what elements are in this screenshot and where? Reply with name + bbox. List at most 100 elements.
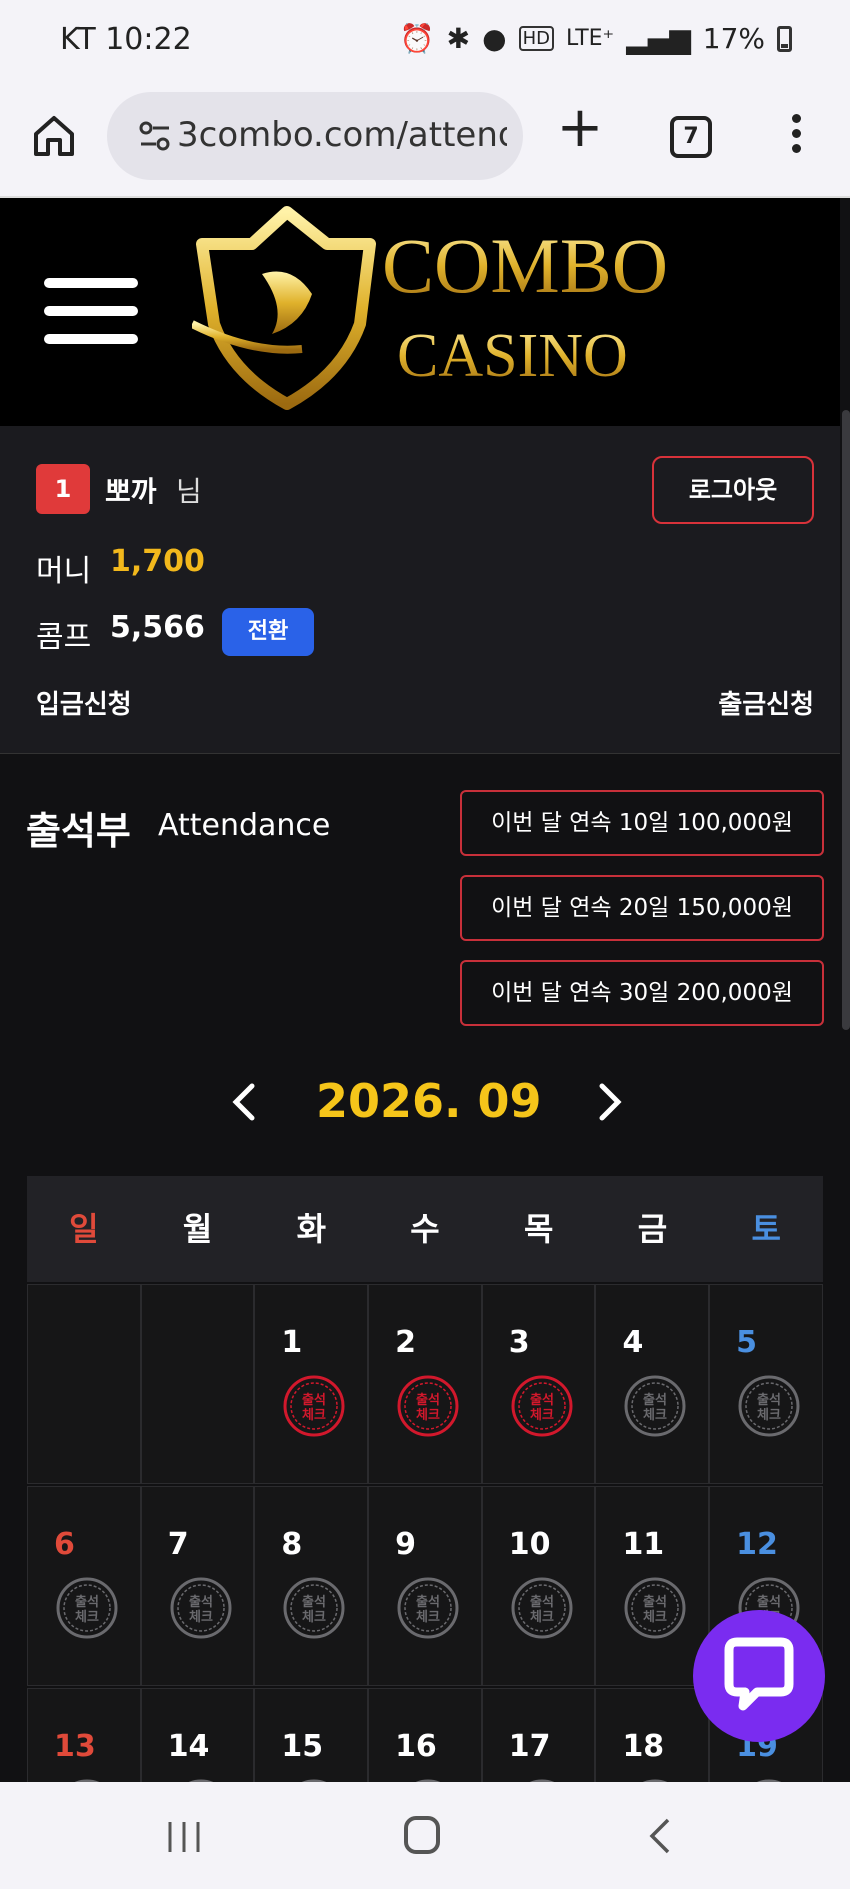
deposit-request-link[interactable]: 입금신청 (36, 684, 132, 721)
withdraw-request-link[interactable]: 출금신청 (718, 684, 814, 721)
stamp-label-top: 출석체크 (416, 1392, 440, 1423)
recent-apps-icon[interactable] (164, 1820, 204, 1854)
attendance-title: 출석부 (26, 809, 131, 853)
battery-icon (777, 25, 792, 52)
convert-comp-button[interactable]: 전환 (222, 608, 314, 656)
attendance-stamp-checked-icon: 출석 체크 (283, 1375, 345, 1437)
weekday-mon: 월 (182, 1210, 213, 1248)
svg-text:CASINO: CASINO (397, 322, 628, 390)
calendar-empty-cell (27, 1284, 141, 1484)
url-text[interactable]: 3combo.com/attendance (177, 115, 507, 155)
attendance-stamp-icon: 출석체크 (397, 1577, 459, 1639)
calendar-day-cell[interactable]: 8 출석 체크 (254, 1486, 369, 1686)
status-icons: ⏰ ✱ ● HD LTE⁺ ▂▄▆ 17% (400, 22, 792, 55)
calendar-day-number: 2 (395, 1325, 416, 1360)
money-value: 1,700 (110, 544, 205, 579)
more-menu-icon[interactable] (786, 114, 806, 158)
calendar-day-number: 6 (54, 1527, 75, 1562)
hamburger-menu-icon[interactable] (44, 278, 138, 344)
stamp-label-top: 출석체크 (757, 1392, 781, 1423)
attendance-stamp-checked-icon: 출석 체크 (511, 1375, 573, 1437)
calendar-day-number: 11 (622, 1527, 665, 1562)
calendar-day-cell[interactable]: 10 출석 체크 (481, 1486, 596, 1686)
comp-value: 5,566 (110, 610, 205, 645)
home-icon[interactable] (30, 112, 78, 160)
calendar-day-number: 14 (167, 1729, 210, 1764)
prev-month-icon[interactable] (228, 1082, 260, 1122)
combo-casino-logo[interactable]: COMBO CASINO (192, 204, 672, 414)
calendar-day-number: 9 (395, 1527, 416, 1562)
tab-switcher-button[interactable]: 7 (670, 116, 712, 158)
signal-icon: ▂▄▆ (626, 22, 691, 55)
address-bar[interactable]: 3combo.com/attendance (107, 92, 523, 180)
calendar-day-number: 15 (281, 1729, 324, 1764)
calendar-empty-cell (140, 1284, 255, 1484)
calendar-day-number: 5 (736, 1325, 757, 1360)
reward-10-days: 이번 달 연속 10일 100,000원 (460, 790, 824, 856)
calendar-day-cell[interactable]: 9 출석 체크 (368, 1486, 482, 1686)
back-icon[interactable] (644, 1816, 674, 1856)
scrollbar[interactable] (842, 410, 850, 1030)
username: 뽀까 (105, 475, 157, 508)
calendar-day-cell[interactable]: 7 출석 체크 (140, 1486, 255, 1686)
level-badge: 1 (36, 464, 90, 514)
chat-bubble-icon (724, 1637, 794, 1711)
live-chat-button[interactable] (693, 1610, 825, 1742)
month-title: 2026. 09 (316, 1074, 542, 1128)
status-carrier-time: KT 10:22 (60, 22, 192, 57)
stamp-label-top: 출석체크 (530, 1392, 554, 1423)
calendar-day-cell[interactable]: 1 출석 체크 (254, 1284, 369, 1484)
hd-icon: HD (518, 26, 554, 51)
account-panel: 1 뽀까 님 로그아웃 머니 1,700 콤프 5,566 전환 입금신청 출금… (0, 426, 840, 754)
calendar-day-cell[interactable]: 6 출석 체크 (27, 1486, 141, 1686)
attendance-stamp-icon: 출석체크 (511, 1577, 573, 1639)
attendance-stamp-icon: 출석체크 (56, 1577, 118, 1639)
alarm-icon: ⏰ (399, 22, 435, 55)
reward-30-days: 이번 달 연속 30일 200,000원 (460, 960, 824, 1026)
location-icon: ● (482, 22, 507, 55)
stamp-label-top: 출석체크 (302, 1392, 326, 1423)
calendar-day-number: 16 (395, 1729, 437, 1764)
stamp-label-top: 출석체크 (643, 1594, 667, 1625)
calendar-day-number: 13 (54, 1729, 96, 1764)
page: KT 10:22 ⏰ ✱ ● HD LTE⁺ ▂▄▆ 17% 3combo.co… (0, 0, 850, 1889)
weekday-wed: 수 (410, 1210, 440, 1248)
calendar-day-cell[interactable]: 4 출석 체크 (595, 1284, 710, 1484)
attendance-stamp-icon: 출석체크 (624, 1375, 686, 1437)
weekday-sat: 토 (751, 1210, 781, 1248)
calendar-day-number: 18 (622, 1729, 665, 1764)
attendance-stamp-checked-icon: 출석 체크 (397, 1375, 459, 1437)
calendar-day-cell[interactable]: 2 출석 체크 (368, 1284, 482, 1484)
status-bar: KT 10:22 ⏰ ✱ ● HD LTE⁺ ▂▄▆ 17% (0, 0, 850, 84)
site-header: COMBO CASINO (0, 198, 840, 426)
battery-percent: 17% (702, 22, 765, 55)
home-nav-icon[interactable] (404, 1816, 440, 1854)
calendar-day-cell[interactable]: 3 출석 체크 (481, 1284, 596, 1484)
logout-button[interactable]: 로그아웃 (652, 456, 814, 524)
calendar-weekday-header: 일 월 화 수 목 금 토 (27, 1176, 823, 1282)
reward-20-days: 이번 달 연속 20일 150,000원 (460, 875, 824, 941)
calendar-week-row: 1 출석 체크 2 출석 체크 3 출석 체크 4 출석 체크 5 출석 체크 (27, 1284, 823, 1486)
site-settings-icon[interactable] (137, 118, 173, 154)
comp-label: 콤프 (36, 620, 92, 655)
calendar-day-number: 4 (622, 1325, 644, 1360)
next-month-icon[interactable] (594, 1082, 626, 1122)
calendar-day-number: 10 (508, 1527, 551, 1562)
calendar-day-number: 17 (508, 1729, 551, 1764)
bluetooth-icon: ✱ (446, 22, 471, 55)
new-tab-button[interactable]: + (556, 100, 604, 156)
calendar-day-number: 7 (167, 1527, 189, 1562)
stamp-label-top: 출석체크 (189, 1594, 213, 1625)
system-nav-bar (0, 1782, 850, 1889)
calendar-day-number: 1 (281, 1325, 303, 1360)
weekday-thu: 목 (524, 1210, 554, 1248)
browser-toolbar: 3combo.com/attendance + 7 (0, 84, 850, 198)
attendance-subtitle: Attendance (158, 808, 331, 843)
calendar-day-cell[interactable]: 5 출석 체크 (709, 1284, 823, 1484)
calendar-day-number: 8 (281, 1527, 303, 1562)
svg-text:COMBO: COMBO (382, 222, 668, 309)
weekday-tue: 화 (296, 1210, 327, 1248)
network-label: LTE⁺ (565, 26, 615, 51)
calendar-day-number: 12 (736, 1527, 778, 1562)
weekday-fri: 금 (637, 1210, 668, 1248)
